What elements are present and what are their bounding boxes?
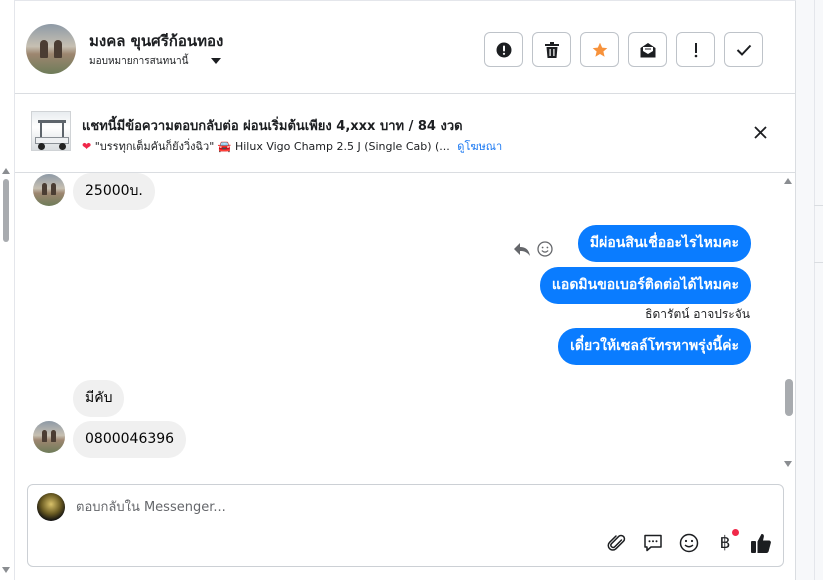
divider bbox=[814, 262, 823, 263]
emoji-button[interactable] bbox=[678, 532, 700, 554]
ad-thumbnail[interactable] bbox=[31, 111, 71, 151]
mark-done-button[interactable] bbox=[724, 32, 763, 67]
contact-avatar[interactable] bbox=[26, 24, 76, 74]
scroll-up-arrow[interactable] bbox=[2, 168, 10, 174]
ad-subtitle: ❤ "บรรทุกเต็มคันก็ยังวิ่งฉิว" 🚘 Hilux Vi… bbox=[82, 137, 502, 155]
ad-quote: "บรรทุกเต็มคันก็ยังวิ่งฉิว" bbox=[94, 140, 215, 153]
exclamation-icon bbox=[694, 42, 697, 57]
divider bbox=[814, 0, 815, 580]
outgoing-message[interactable]: แอดมินขอเบอร์ติดต่อได้ไหมคะ bbox=[539, 267, 751, 304]
emoji-icon bbox=[679, 533, 699, 553]
conversation-panel: มงคล ขุนศรีก้อนทอง มอบหมายการสนทนานี้ แช… bbox=[15, 0, 796, 580]
scroll-down-arrow[interactable] bbox=[784, 461, 792, 467]
car-icon: 🚘 bbox=[217, 140, 232, 153]
truck-rack bbox=[62, 123, 64, 137]
scroll-up-arrow[interactable] bbox=[784, 178, 792, 184]
thumbs-up-icon bbox=[751, 533, 771, 553]
contact-name[interactable]: มงคล ขุนศรีก้อนทอง bbox=[89, 29, 223, 53]
view-ad-link[interactable]: ดูโฆษณา bbox=[457, 140, 502, 153]
incoming-message[interactable]: 25000บ. bbox=[73, 173, 155, 210]
exclamation-circle-icon bbox=[496, 42, 511, 57]
assign-conversation-label[interactable]: มอบหมายการสนทนานี้ bbox=[89, 54, 188, 69]
divider bbox=[814, 205, 823, 206]
page-avatar bbox=[37, 493, 65, 521]
reply-composer: ฿ bbox=[27, 484, 784, 567]
delete-button[interactable] bbox=[532, 32, 571, 67]
saved-reply-icon bbox=[644, 534, 662, 552]
outgoing-message[interactable]: มีผ่อนสินเชื่ออะไรไหมคะ bbox=[577, 225, 751, 262]
mail-icon bbox=[640, 42, 655, 57]
thumbs-up-button[interactable] bbox=[750, 532, 772, 554]
reply-icon[interactable] bbox=[513, 241, 531, 257]
star-button[interactable] bbox=[580, 32, 619, 67]
flag-button[interactable] bbox=[676, 32, 715, 67]
avatar-figure bbox=[51, 183, 56, 195]
attach-button[interactable] bbox=[606, 532, 628, 554]
heart-icon: ❤ bbox=[82, 140, 92, 153]
report-spam-button[interactable] bbox=[484, 32, 523, 67]
incoming-message[interactable]: มีคับ bbox=[73, 380, 125, 417]
notification-dot bbox=[732, 529, 739, 536]
avatar-figure bbox=[42, 430, 47, 442]
avatar-figure bbox=[51, 430, 56, 442]
message-list: 25000บ. มีผ่อนสินเชื่ออะไรไหมคะ แอดมินขอ… bbox=[15, 173, 796, 475]
truck-wheel bbox=[38, 143, 45, 150]
scroll-down-arrow[interactable] bbox=[2, 567, 10, 573]
paperclip-icon bbox=[607, 534, 626, 551]
incoming-message[interactable]: 0800046396 bbox=[73, 421, 187, 458]
ad-title: แชทนี้มีข้อความตอบกลับต่อ ผ่อนเริ่มต้นเพ… bbox=[82, 119, 463, 134]
message-scrollbar-thumb[interactable] bbox=[785, 379, 793, 416]
avatar-figure bbox=[42, 183, 47, 195]
truck-wheel bbox=[59, 143, 66, 150]
sender-name: ธิดารัตน์ อาจประจัน bbox=[645, 307, 750, 321]
baht-icon: ฿ bbox=[719, 533, 731, 553]
avatar-figure bbox=[40, 40, 48, 58]
left-scrollbar-thumb[interactable] bbox=[3, 179, 9, 242]
right-side-panel-edge bbox=[796, 0, 823, 580]
mark-unread-button[interactable] bbox=[628, 32, 667, 67]
contact-avatar-small[interactable] bbox=[33, 174, 65, 206]
ad-vehicle: Hilux Vigo Champ 2.5 J (Single Cab) (... bbox=[234, 140, 450, 153]
ad-reply-banner: แชทนี้มีข้อความตอบกลับต่อ ผ่อนเริ่มต้นเพ… bbox=[15, 94, 796, 173]
trash-icon bbox=[544, 41, 559, 58]
star-icon bbox=[592, 42, 607, 57]
close-icon[interactable] bbox=[753, 125, 768, 140]
chevron-down-icon[interactable] bbox=[211, 58, 221, 64]
conversation-header: มงคล ขุนศรีก้อนทอง มอบหมายการสนทนานี้ bbox=[15, 0, 796, 94]
check-icon bbox=[736, 44, 751, 56]
emoji-react-icon[interactable] bbox=[537, 241, 553, 257]
reply-input[interactable] bbox=[76, 495, 676, 519]
contact-avatar-small[interactable] bbox=[33, 421, 65, 453]
saved-reply-button[interactable] bbox=[642, 532, 664, 554]
outgoing-message[interactable]: เดี๋ยวให้เซลล์โทรหาพรุ่งนี้ค่ะ bbox=[558, 328, 751, 365]
truck-rack bbox=[40, 123, 42, 137]
avatar-figure bbox=[54, 40, 62, 58]
left-panel-edge bbox=[0, 0, 15, 580]
